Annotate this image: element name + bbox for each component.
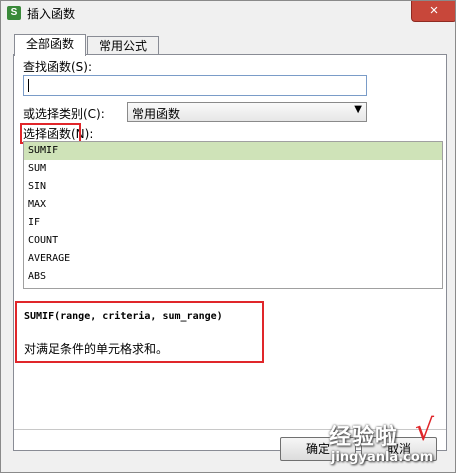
- list-item-sin[interactable]: SIN: [24, 178, 442, 196]
- function-description-text: 对满足条件的单元格求和。: [24, 342, 169, 356]
- app-icon: S: [7, 6, 21, 20]
- dropdown-arrow-icon[interactable]: ▼: [354, 104, 362, 115]
- list-item-max[interactable]: MAX: [24, 196, 442, 214]
- list-item-sumif[interactable]: SUMIF: [24, 142, 442, 160]
- tab-all-functions[interactable]: 全部函数: [14, 34, 86, 56]
- list-item-abs[interactable]: ABS: [24, 268, 442, 286]
- list-item-sum[interactable]: SUM: [24, 160, 442, 178]
- close-button[interactable]: ×: [411, 1, 455, 22]
- search-label: 查找函数(S):: [23, 60, 93, 74]
- function-syntax: SUMIF(range, criteria, sum_range): [24, 311, 223, 322]
- search-input[interactable]: [23, 75, 367, 96]
- text-caret: [28, 79, 29, 92]
- category-selected-value: 常用函数: [132, 107, 181, 121]
- title-bar: S 插入函数 ×: [1, 1, 455, 25]
- category-label: 或选择类别(C):: [23, 107, 105, 121]
- function-listbox[interactable]: SUMIF SUM SIN MAX IF COUNT AVERAGE ABS: [23, 141, 443, 289]
- watermark: 经验啦 √ jingyanla.com: [329, 413, 454, 472]
- watermark-url: jingyanla.com: [331, 450, 434, 465]
- category-select[interactable]: 常用函数 ▼: [127, 102, 367, 122]
- dialog-title: 插入函数: [27, 7, 76, 21]
- tab-common-formulas[interactable]: 常用公式: [87, 36, 159, 55]
- list-item-count[interactable]: COUNT: [24, 232, 442, 250]
- tab-panel: 查找函数(S): 或选择类别(C): 常用函数 ▼ 选择函数(N): SUMIF…: [13, 54, 447, 461]
- list-item-if[interactable]: IF: [24, 214, 442, 232]
- insert-function-dialog: S 插入函数 × 全部函数 常用公式 查找函数(S): 或选择类别(C): 常用…: [0, 0, 456, 473]
- watermark-text: 经验啦: [329, 425, 399, 450]
- checkmark-icon: √: [415, 413, 435, 448]
- list-item-average[interactable]: AVERAGE: [24, 250, 442, 268]
- function-description-box: SUMIF(range, criteria, sum_range) 对满足条件的…: [15, 301, 264, 363]
